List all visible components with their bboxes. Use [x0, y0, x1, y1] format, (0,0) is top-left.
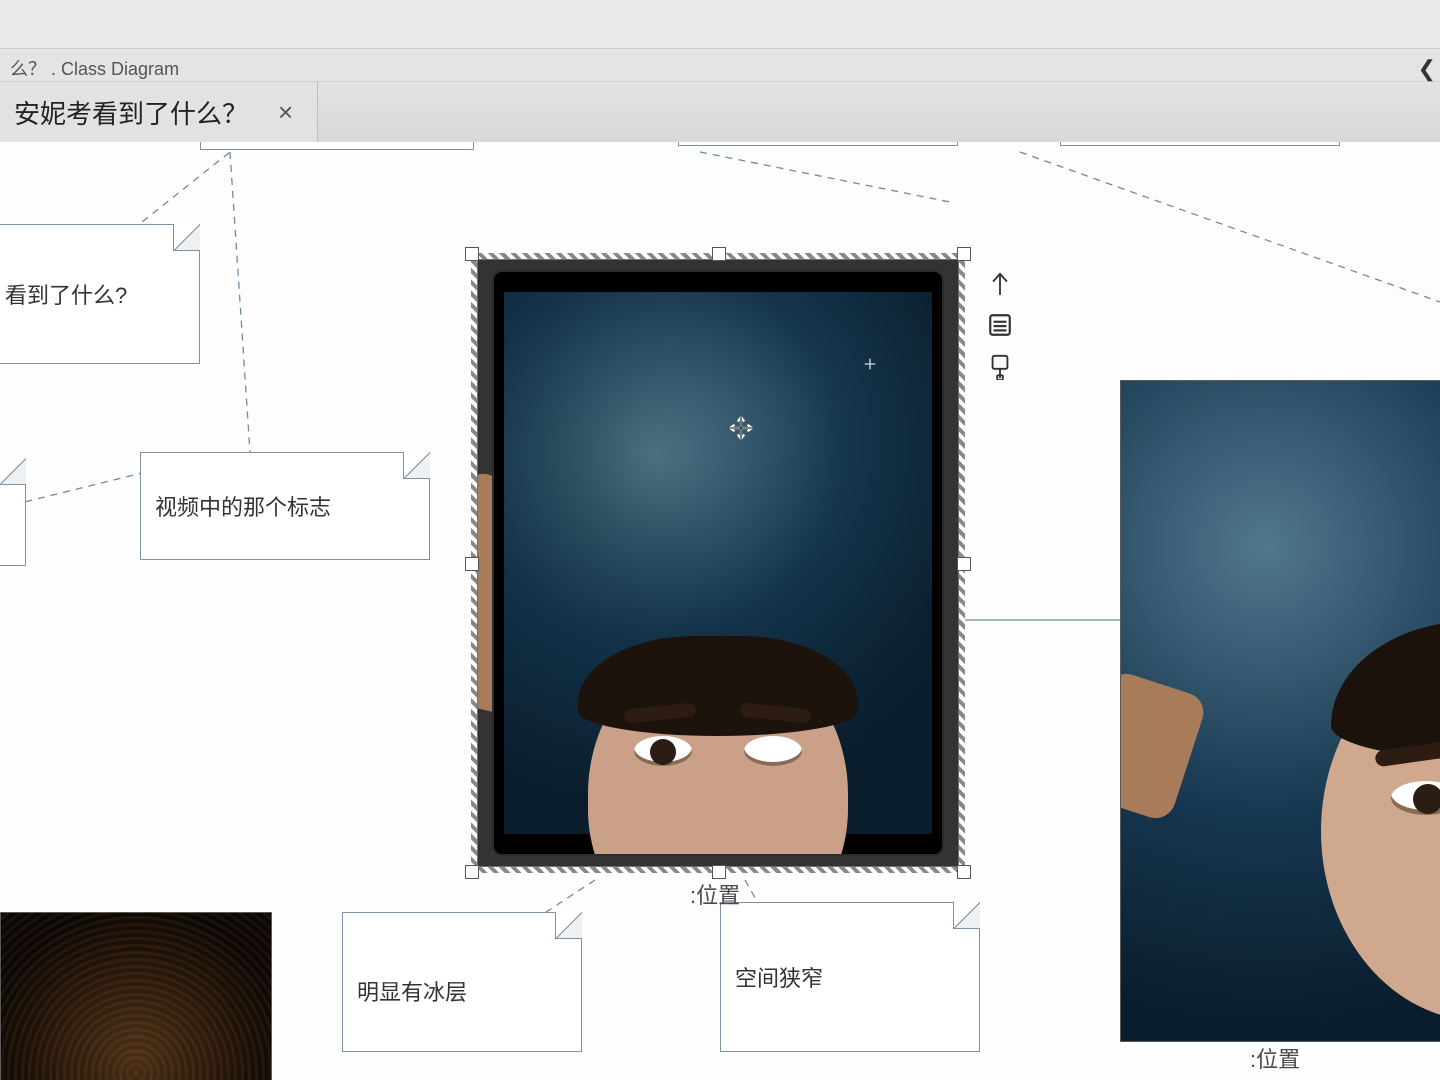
note-fold-icon [0, 458, 26, 485]
resize-handle-ne[interactable] [957, 247, 971, 261]
chevron-left-icon[interactable]: ❮ [1418, 56, 1436, 82]
note-icon[interactable] [986, 354, 1014, 385]
resize-handle-se[interactable] [957, 865, 971, 879]
list-icon[interactable] [986, 312, 1014, 343]
caption-position-right: :位置 [1250, 1042, 1300, 1074]
close-icon[interactable]: × [278, 97, 293, 128]
note-text: 看到了什么? [5, 278, 127, 310]
image-object-selected[interactable] [468, 250, 968, 876]
resize-handle-nw[interactable] [465, 247, 479, 261]
note-video-sign[interactable]: 视频中的那个标志 [140, 452, 430, 560]
note-top-cut[interactable] [200, 142, 474, 150]
tab-active[interactable]: 安妮考看到了什么？ × [0, 82, 318, 142]
resize-handle-n[interactable] [712, 247, 726, 261]
image-placeholder [588, 644, 848, 856]
note-top-cut-3[interactable] [1060, 142, 1340, 146]
image-phone-selfie-right[interactable] [1120, 380, 1440, 1042]
note-fold-icon [173, 224, 200, 251]
breadcrumb-separator: . [51, 59, 61, 79]
image-placeholder [1, 913, 271, 1080]
note-text: 视频中的那个标志 [155, 490, 331, 522]
resize-handle-w[interactable] [465, 557, 479, 571]
note-fold-icon [555, 912, 582, 939]
diagram-canvas[interactable]: 看到了什么? 视频中的那个标志 明显有冰层 空间狭窄 [0, 142, 1440, 1080]
breadcrumb-doctype: Class Diagram [61, 59, 179, 79]
breadcrumb-trail-suffix: 么？ [10, 59, 46, 79]
note-text: 明显有冰层 [357, 975, 467, 1007]
note-space-narrow[interactable]: 空间狭窄 [720, 902, 980, 1052]
note-text: 空间狭窄 [735, 961, 823, 993]
image-placeholder [492, 270, 944, 856]
resize-handle-sw[interactable] [465, 865, 479, 879]
arrow-up-icon[interactable] [986, 270, 1014, 301]
note-left-question[interactable]: 看到了什么? [0, 224, 200, 364]
caption-position-main: :位置 [690, 878, 740, 910]
resize-handle-e[interactable] [957, 557, 971, 571]
tab-bar: 安妮考看到了什么？ × [0, 82, 1440, 143]
note-left-small[interactable] [0, 458, 26, 566]
image-phone-selfie [477, 259, 959, 867]
note-ice-layer[interactable]: 明显有冰层 [342, 912, 582, 1052]
tab-title: 安妮考看到了什么？ [14, 94, 248, 131]
note-fold-icon [953, 902, 980, 929]
breadcrumb: 么？ . Class Diagram [0, 48, 1440, 82]
note-fold-icon [403, 452, 430, 479]
image-fur[interactable] [0, 912, 272, 1080]
resize-handle-s[interactable] [712, 865, 726, 879]
note-top-cut-2[interactable] [678, 142, 958, 146]
window-chrome-top [0, 0, 1440, 48]
